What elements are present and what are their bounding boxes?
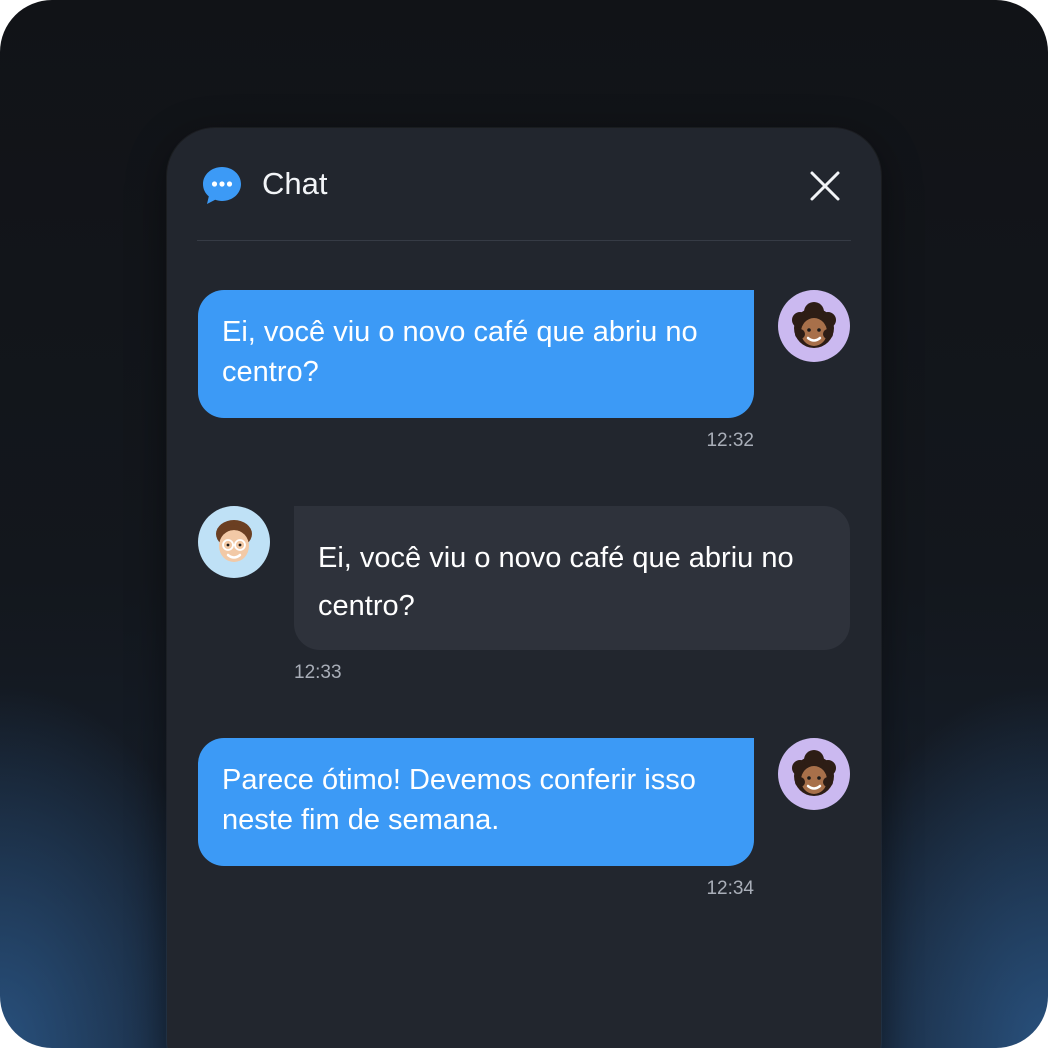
avatar-glasses-icon bbox=[216, 520, 252, 562]
avatar bbox=[778, 738, 850, 810]
message-bubble-incoming[interactable]: Ei, você viu o novo café que abriu no ce… bbox=[294, 506, 850, 650]
message-text: Ei, você viu o novo café que abriu no ce… bbox=[222, 316, 698, 388]
chat-panel: Chat Ei, você viu o novo café que abriu … bbox=[167, 128, 881, 1048]
avatar-curly-hair-icon bbox=[792, 750, 836, 796]
avatar bbox=[198, 506, 270, 578]
chat-title: Chat bbox=[262, 166, 328, 201]
chat-header: Chat bbox=[167, 128, 881, 240]
chat-bubble-icon bbox=[203, 167, 241, 204]
message-time: 12:33 bbox=[294, 662, 342, 683]
message-bubble-outgoing[interactable]: Ei, você viu o novo café que abriu no ce… bbox=[198, 290, 754, 418]
header-divider bbox=[197, 240, 851, 241]
close-icon[interactable] bbox=[805, 166, 845, 206]
avatar bbox=[778, 290, 850, 362]
message-text: Parece ótimo! Devemos conferir isso nest… bbox=[222, 764, 696, 836]
background-frame: Chat Ei, você viu o novo café que abriu … bbox=[0, 0, 1048, 1048]
message-bubble-outgoing[interactable]: Parece ótimo! Devemos conferir isso nest… bbox=[198, 738, 754, 866]
message-text: Ei, você viu o novo café que abriu no ce… bbox=[318, 542, 794, 622]
message-time: 12:34 bbox=[706, 878, 754, 899]
message-time: 12:32 bbox=[706, 430, 754, 451]
avatar-curly-hair-icon bbox=[792, 302, 836, 348]
